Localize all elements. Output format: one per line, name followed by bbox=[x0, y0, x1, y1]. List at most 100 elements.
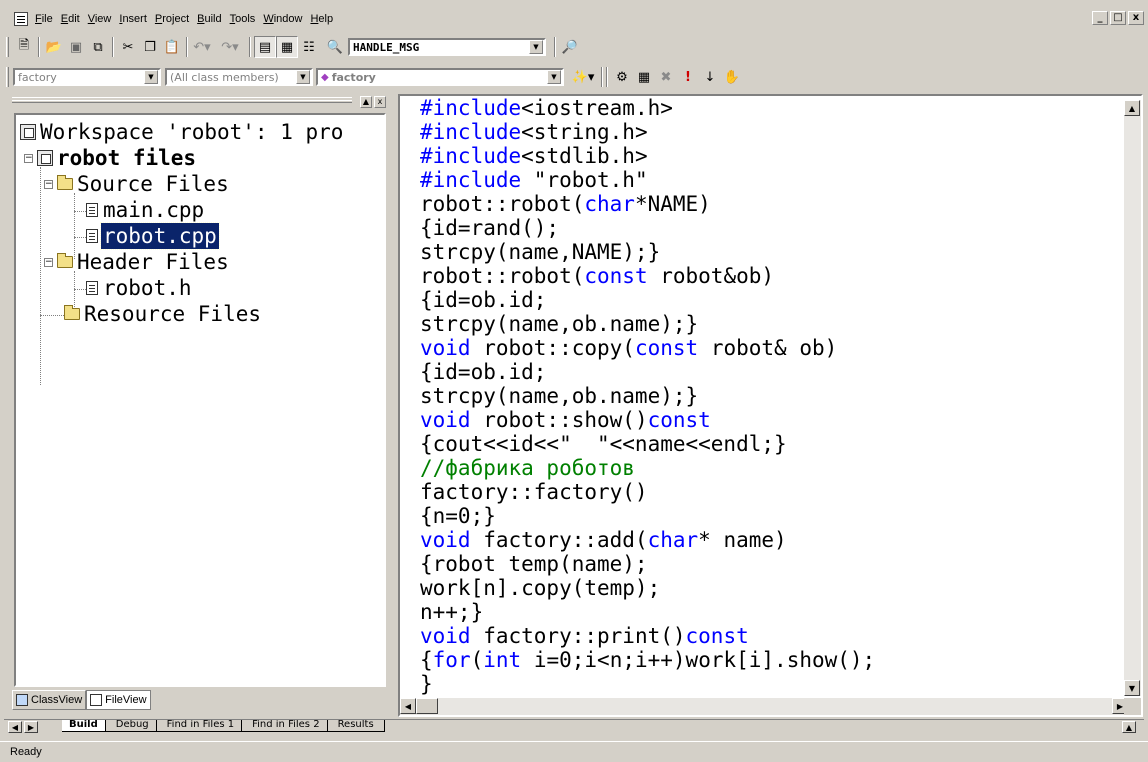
find-combo[interactable]: HANDLE_MSG ▼ bbox=[348, 38, 546, 56]
build-icon[interactable]: ▦ bbox=[633, 66, 655, 88]
scroll-right-icon[interactable]: ▶ bbox=[24, 721, 38, 733]
close-button[interactable]: x bbox=[1128, 11, 1144, 25]
toolbar-grip[interactable] bbox=[6, 37, 9, 57]
chevron-down-icon[interactable]: ▼ bbox=[296, 70, 310, 84]
new-text-file-icon[interactable]: 🗎 bbox=[13, 36, 35, 58]
code-line[interactable]: #include "robot.h" bbox=[420, 168, 1125, 192]
redo-icon[interactable]: ↷▾ bbox=[219, 36, 241, 58]
go-icon[interactable]: ↓ bbox=[699, 66, 721, 88]
workspace-pane-header[interactable]: ▲ x bbox=[6, 94, 390, 110]
function-combo[interactable]: ◆ factory ▼ bbox=[316, 68, 564, 86]
chevron-down-icon[interactable]: ▼ bbox=[547, 70, 561, 84]
save-icon[interactable]: ▣ bbox=[65, 36, 87, 58]
tree-project-node[interactable]: − robot files bbox=[24, 145, 198, 171]
code-line[interactable]: {n=0;} bbox=[420, 504, 1125, 528]
copy-icon[interactable]: ❐ bbox=[139, 36, 161, 58]
menu-edit[interactable]: Edit bbox=[57, 9, 84, 29]
code-line[interactable]: } bbox=[420, 672, 1125, 696]
code-line[interactable]: #include<stdlib.h> bbox=[420, 144, 1125, 168]
chevron-down-icon[interactable]: ▼ bbox=[529, 40, 543, 54]
code-line[interactable]: void factory::add(char* name) bbox=[420, 528, 1125, 552]
menu-window[interactable]: Window bbox=[259, 9, 306, 29]
code-line[interactable]: {id=ob.id; bbox=[420, 360, 1125, 384]
tab-results[interactable]: Results bbox=[326, 720, 385, 732]
code-line[interactable]: strcpy(name,NAME);} bbox=[420, 240, 1125, 264]
code-line[interactable]: robot::robot(char*NAME) bbox=[420, 192, 1125, 216]
tree-header-folder[interactable]: − Header Files bbox=[44, 249, 231, 275]
code-editor[interactable]: #include<iostream.h> #include<string.h> #i… bbox=[398, 94, 1143, 717]
menu-project[interactable]: Project bbox=[151, 9, 193, 29]
menu-file[interactable]: File bbox=[31, 9, 57, 29]
code-line[interactable]: void robot::show()const bbox=[420, 408, 1125, 432]
code-line[interactable]: void robot::copy(const robot& ob) bbox=[420, 336, 1125, 360]
menu-tools[interactable]: Tools bbox=[226, 9, 260, 29]
code-line[interactable]: void factory::print()const bbox=[420, 624, 1125, 648]
pane-close-icon[interactable]: x bbox=[374, 96, 386, 108]
tree-source-folder[interactable]: − Source Files bbox=[44, 171, 231, 197]
execute-icon[interactable]: ! bbox=[677, 66, 699, 88]
class-combo[interactable]: factory ▼ bbox=[13, 68, 161, 86]
scroll-down-icon[interactable]: ▼ bbox=[1124, 680, 1140, 696]
tab-classview[interactable]: ClassView bbox=[12, 690, 87, 710]
scroll-left-icon[interactable]: ◀ bbox=[400, 698, 416, 714]
breakpoint-hand-icon[interactable]: ✋ bbox=[721, 66, 743, 88]
chevron-down-icon[interactable]: ▼ bbox=[144, 70, 158, 84]
tab-find-in-files-2[interactable]: Find in Files 2 bbox=[241, 720, 331, 732]
compile-icon[interactable]: ⚙ bbox=[611, 66, 633, 88]
toolbar-grip[interactable] bbox=[6, 67, 9, 87]
minimize-button[interactable]: _ bbox=[1092, 11, 1108, 25]
scroll-thumb[interactable] bbox=[416, 698, 438, 714]
collapse-icon[interactable]: − bbox=[44, 257, 53, 267]
menu-build[interactable]: Build bbox=[193, 9, 225, 29]
code-line[interactable]: {id=ob.id; bbox=[420, 288, 1125, 312]
members-combo[interactable]: (All class members) ▼ bbox=[165, 68, 313, 86]
collapse-icon[interactable]: − bbox=[24, 153, 33, 163]
code-line[interactable]: work[n].copy(temp); bbox=[420, 576, 1125, 600]
document-icon[interactable] bbox=[14, 12, 28, 26]
tree-file-main-cpp[interactable]: main.cpp bbox=[86, 197, 206, 223]
stop-build-icon[interactable]: ✖ bbox=[655, 66, 677, 88]
cut-icon[interactable]: ✂ bbox=[117, 36, 139, 58]
code-line[interactable]: factory::factory() bbox=[420, 480, 1125, 504]
code-line[interactable]: {id=rand(); bbox=[420, 216, 1125, 240]
wizard-action-icon[interactable]: ✨▾ bbox=[568, 66, 598, 88]
tab-build[interactable]: Build bbox=[62, 720, 109, 732]
code-line[interactable]: robot::robot(const robot&ob) bbox=[420, 264, 1125, 288]
window-list-icon[interactable]: ☷ bbox=[298, 36, 320, 58]
scroll-up-icon[interactable]: ▲ bbox=[1122, 721, 1136, 733]
find-in-files-icon[interactable]: 🔍 bbox=[324, 36, 346, 58]
open-icon[interactable]: 📂 bbox=[43, 36, 65, 58]
code-line[interactable]: {for(int i=0;i<n;i++)work[i].show(); bbox=[420, 648, 1125, 672]
vertical-scrollbar[interactable]: ▲ ▼ bbox=[1124, 100, 1141, 696]
code-line[interactable]: //фабрика роботов bbox=[420, 456, 1125, 480]
search-icon[interactable]: 🔎 bbox=[559, 36, 581, 58]
tree-file-robot-cpp[interactable]: robot.cpp bbox=[86, 222, 220, 250]
code-line[interactable]: {robot temp(name); bbox=[420, 552, 1125, 576]
code-line[interactable]: #include<iostream.h> bbox=[420, 96, 1125, 120]
menu-view[interactable]: View bbox=[84, 9, 116, 29]
tab-fileview[interactable]: FileView bbox=[86, 690, 151, 710]
pane-restore-icon[interactable]: ▲ bbox=[360, 96, 372, 108]
save-all-icon[interactable]: ⧉ bbox=[87, 36, 109, 58]
menu-insert[interactable]: Insert bbox=[115, 9, 151, 29]
code-text[interactable]: #include<iostream.h> #include<string.h> #i… bbox=[420, 96, 1125, 696]
restore-button[interactable]: □ bbox=[1110, 11, 1126, 25]
scroll-left-icon[interactable]: ◀ bbox=[8, 721, 22, 733]
workspace-toggle-icon[interactable]: ▤ bbox=[254, 36, 276, 58]
tab-debug[interactable]: Debug bbox=[104, 720, 160, 732]
code-line[interactable]: strcpy(name,ob.name);} bbox=[420, 384, 1125, 408]
paste-icon[interactable]: 📋 bbox=[161, 36, 183, 58]
code-line[interactable]: strcpy(name,ob.name);} bbox=[420, 312, 1125, 336]
output-toggle-icon[interactable]: ▦ bbox=[276, 36, 298, 58]
tab-find-in-files-1[interactable]: Find in Files 1 bbox=[155, 720, 246, 732]
code-line[interactable]: n++;} bbox=[420, 600, 1125, 624]
tree-resource-folder[interactable]: Resource Files bbox=[64, 301, 263, 327]
menu-help[interactable]: Help bbox=[306, 9, 337, 29]
scroll-up-icon[interactable]: ▲ bbox=[1124, 100, 1140, 116]
horizontal-scrollbar[interactable]: ◀ ▶ bbox=[400, 698, 1128, 715]
code-line[interactable]: {cout<<id<<" "<<name<<endl;} bbox=[420, 432, 1125, 456]
tree-file-robot-h[interactable]: robot.h bbox=[86, 275, 194, 301]
undo-icon[interactable]: ↶▾ bbox=[191, 36, 213, 58]
collapse-icon[interactable]: − bbox=[44, 179, 53, 189]
code-line[interactable]: #include<string.h> bbox=[420, 120, 1125, 144]
